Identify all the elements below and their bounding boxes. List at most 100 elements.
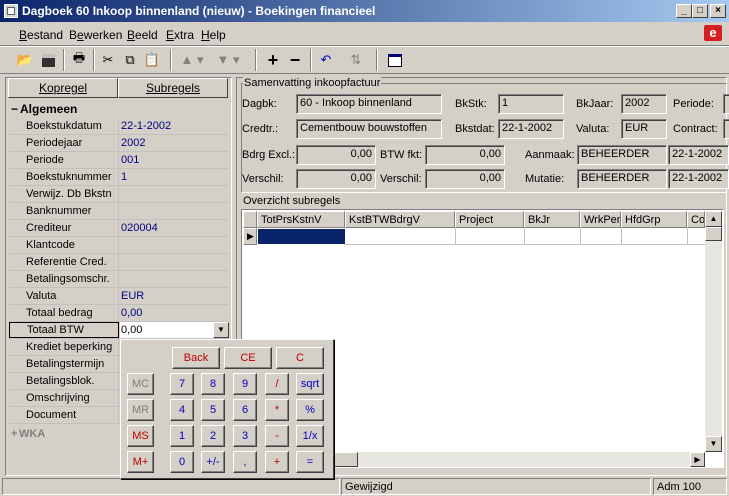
- property-row[interactable]: Banknummer: [9, 203, 229, 220]
- verschil2-field[interactable]: 0,00: [425, 169, 505, 189]
- grid-header[interactable]: KstBTWBdrgV: [345, 211, 455, 228]
- calc-button[interactable]: ,: [233, 451, 257, 473]
- verschil-field[interactable]: 0,00: [296, 169, 376, 189]
- calc-button[interactable]: MR: [127, 399, 154, 421]
- property-value[interactable]: 001: [120, 152, 228, 168]
- totaal-btw-input[interactable]: 0,00: [120, 322, 214, 338]
- maximize-button[interactable]: □: [692, 4, 708, 18]
- save-icon[interactable]: [37, 49, 59, 71]
- calc-button[interactable]: C: [276, 347, 324, 369]
- calc-button[interactable]: 7: [170, 373, 194, 395]
- layout-icon[interactable]: [384, 49, 406, 71]
- menu-bestand[interactable]: Bestand: [19, 28, 63, 42]
- calc-button[interactable]: 6: [233, 399, 257, 421]
- open-folder-icon[interactable]: 📂: [14, 49, 36, 71]
- property-row[interactable]: Klantcode: [9, 237, 229, 254]
- property-value[interactable]: 1: [120, 169, 228, 185]
- property-value[interactable]: [120, 237, 228, 253]
- close-button[interactable]: ×: [710, 4, 726, 18]
- menu-help[interactable]: Help: [201, 28, 226, 42]
- grid-header[interactable]: Project: [455, 211, 524, 228]
- print-icon[interactable]: 🖶: [68, 49, 90, 71]
- hscroll-thumb[interactable]: [330, 452, 358, 467]
- property-row[interactable]: Totaal BTW 0,00: [9, 322, 229, 339]
- bkjaar-field[interactable]: 2002: [621, 94, 667, 114]
- grid-row[interactable]: [345, 228, 705, 245]
- add-icon[interactable]: +: [262, 49, 284, 71]
- calc-button[interactable]: 5: [201, 399, 225, 421]
- calc-button[interactable]: 0: [170, 451, 194, 473]
- calc-button[interactable]: 8: [201, 373, 225, 395]
- calc-button[interactable]: 1/x: [296, 425, 324, 447]
- property-value[interactable]: 020004: [120, 220, 228, 236]
- property-value[interactable]: 22-1-2002: [120, 118, 228, 134]
- dagbk-field[interactable]: 60 - Inkoop binnenland: [296, 94, 442, 114]
- minimize-button[interactable]: _: [676, 4, 692, 18]
- dropdown-arrow-icon[interactable]: ▼: [213, 322, 229, 338]
- calc-button[interactable]: *: [265, 399, 289, 421]
- remove-icon[interactable]: −: [284, 49, 306, 71]
- property-row[interactable]: Betalingsomschr.: [9, 271, 229, 288]
- valuta-field[interactable]: EUR: [621, 119, 667, 139]
- cut-icon[interactable]: ✂: [97, 49, 119, 71]
- calc-button[interactable]: 4: [170, 399, 194, 421]
- menu-extra[interactable]: Extra: [166, 28, 194, 42]
- property-value[interactable]: [120, 186, 228, 202]
- mutatie-date-field[interactable]: 22-1-2002: [668, 169, 729, 189]
- calc-button[interactable]: 3: [233, 425, 257, 447]
- scroll-thumb[interactable]: [705, 227, 722, 241]
- property-value[interactable]: [120, 271, 228, 287]
- menu-beeld[interactable]: Beeld: [127, 28, 158, 42]
- property-row[interactable]: Boekstuknummer 1: [9, 169, 229, 186]
- property-row[interactable]: Valuta EUR: [9, 288, 229, 305]
- calc-button[interactable]: /: [265, 373, 289, 395]
- grid-header[interactable]: BkJr: [524, 211, 580, 228]
- calc-button[interactable]: Back: [172, 347, 220, 369]
- btwfkt-field[interactable]: 0,00: [425, 145, 505, 165]
- copy-icon[interactable]: ⧉: [119, 49, 141, 71]
- calc-button[interactable]: +: [265, 451, 289, 473]
- grid-header[interactable]: WrkPer: [580, 211, 621, 228]
- refresh-icon[interactable]: ⇅: [345, 49, 367, 71]
- property-row[interactable]: Verwijz. Db Bkstn: [9, 186, 229, 203]
- periode-field[interactable]: [723, 94, 729, 114]
- tab-kopregel[interactable]: Kopregel: [8, 78, 118, 98]
- mutatie-user-field[interactable]: BEHEERDER: [577, 169, 667, 189]
- calc-button[interactable]: =: [296, 451, 324, 473]
- scroll-right-icon[interactable]: ▶: [690, 452, 705, 467]
- calc-button[interactable]: sqrt: [296, 373, 324, 395]
- bkstdat-field[interactable]: 22-1-2002: [498, 119, 564, 139]
- property-row[interactable]: Referentie Cred.: [9, 254, 229, 271]
- calc-button[interactable]: 9: [233, 373, 257, 395]
- property-value[interactable]: [120, 254, 228, 270]
- aanmaak-user-field[interactable]: BEHEERDER: [577, 145, 667, 165]
- aanmaak-date-field[interactable]: 22-1-2002: [668, 145, 729, 165]
- bdrg-field[interactable]: 0,00: [296, 145, 376, 165]
- calc-button[interactable]: %: [296, 399, 324, 421]
- property-row[interactable]: Periodejaar 2002: [9, 135, 229, 152]
- nav-down-icon[interactable]: ▼ ▾: [212, 49, 244, 71]
- calc-button[interactable]: MC: [127, 373, 154, 395]
- scroll-down-icon[interactable]: ▼: [705, 436, 722, 452]
- grid-header[interactable]: Coc: [687, 211, 705, 228]
- calc-button[interactable]: +/-: [201, 451, 225, 473]
- grid-header[interactable]: HfdGrp: [621, 211, 687, 228]
- undo-icon[interactable]: ↶: [315, 49, 337, 71]
- paste-icon[interactable]: 📋: [141, 49, 163, 71]
- section-algemeen[interactable]: − Algemeen: [9, 101, 229, 118]
- property-value[interactable]: EUR: [120, 288, 228, 304]
- property-row[interactable]: Boekstukdatum 22-1-2002: [9, 118, 229, 135]
- vertical-scrollbar[interactable]: [705, 211, 722, 452]
- calc-button[interactable]: M+: [127, 451, 154, 473]
- property-row[interactable]: Totaal bedrag 0,00: [9, 305, 229, 322]
- calc-button[interactable]: 1: [170, 425, 194, 447]
- credtr-field[interactable]: Cementbouw bouwstoffen: [296, 119, 442, 139]
- calc-button[interactable]: CE: [224, 347, 272, 369]
- property-value[interactable]: 0,00: [120, 305, 228, 321]
- property-value[interactable]: 2002: [120, 135, 228, 151]
- nav-up-icon[interactable]: ▲ ▾: [176, 49, 208, 71]
- grid-cell-selected[interactable]: [258, 229, 345, 244]
- calc-button[interactable]: -: [265, 425, 289, 447]
- property-row[interactable]: Crediteur 020004: [9, 220, 229, 237]
- section-wka[interactable]: + WKA: [9, 428, 119, 444]
